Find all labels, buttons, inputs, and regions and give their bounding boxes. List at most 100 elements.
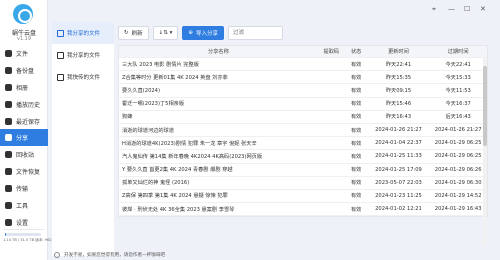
header-code[interactable]: 提取码 xyxy=(318,48,345,55)
storage-text: 1.14 TB / 31.5 TB 版本: 962.63.00 xyxy=(3,238,64,242)
table-row[interactable]: Y 要久久直 首更2集 4K 2024 青春剧 爆剧 穿越 有效 2024-01-2… xyxy=(119,164,487,177)
import-icon: ⊕ xyxy=(188,30,193,36)
sidebar-item-label: 文件 xyxy=(16,50,29,58)
share-type-quick[interactable]: 我快传的文件 xyxy=(52,66,114,88)
sidebar-item-label: 设置 xyxy=(16,219,29,227)
share-name-cell: 三大队 2023 电影 剧情片 完整版 xyxy=(122,61,199,68)
share-name-cell: Z高保 第四季 第1集 4K 2024 悬疑 惊悚 犯罪 xyxy=(122,193,228,200)
app-logo-icon xyxy=(13,4,33,24)
settings-icon xyxy=(5,218,12,226)
share-status-cell: 有效 xyxy=(350,114,362,121)
share-name-cell: 汽人鬼仙传 第14集 新年春晚 4K2024 4K高码(2023)网页版 xyxy=(122,153,263,160)
table-row[interactable]: 霍迁一哪(2023)丁5相亲版 有效 昨天15:46 今天16:37 xyxy=(119,98,487,111)
table-row[interactable]: 狗蜂 有效 昨天16:43 后天16:43 xyxy=(119,111,487,124)
share-status-cell: 有效 xyxy=(350,153,362,160)
sort-button[interactable]: ↓⇅ ▾ xyxy=(152,26,179,40)
share-status-cell: 有效 xyxy=(350,87,362,94)
share-status-cell: 有效 xyxy=(350,193,362,200)
folder-icon xyxy=(57,29,64,37)
share-type-label: 我快传的文件 xyxy=(67,75,101,81)
table-row[interactable]: 消逝的球道河边的球道 有效 2024-01-26 21:27 2024-01-26 2… xyxy=(119,124,487,138)
share-expire-cell: 今天16:37 xyxy=(445,101,471,108)
share-time-cell: 昨天09:15 xyxy=(385,87,412,94)
share-expire-cell: 今天22:41 xyxy=(445,61,471,68)
sidebar-item-album[interactable]: 相册 xyxy=(0,79,48,96)
toolbar: ↻ 刷新 ↓⇅ ▾ ⊕ 导入分享 xyxy=(118,26,283,40)
share-time-cell: 昨天15:46 xyxy=(385,101,412,108)
share-expire-cell: 2024-01-26 21:27 xyxy=(434,127,482,134)
share-expire-cell: 2024-01-29 06:25 xyxy=(434,153,482,160)
table-body: 三大队 2023 电影 剧情片 完整版 有效 昨天22:41 今天22:41 Z合集等时… xyxy=(119,58,487,217)
file-icon xyxy=(5,49,12,57)
share-time-cell: 2024-01-25 17:09 xyxy=(375,166,422,173)
header-expire[interactable]: 过期时间 xyxy=(429,48,487,55)
header-name[interactable]: 分享名称 xyxy=(119,48,318,55)
share-status-cell: 有效 xyxy=(350,206,362,213)
minimize-icon[interactable]: — xyxy=(448,5,455,13)
share-expire-cell: 2024-01-29 06:26 xyxy=(434,166,482,173)
table-row[interactable]: H消逝的球道4K(2023)剧情 犯罪 朱一龙 章宇 倪妮 张天辛 有效 2024-… xyxy=(119,137,487,151)
table-row[interactable]: 要久久直(2024) 有效 昨天09:15 今天11:53 xyxy=(119,84,487,98)
transfer-icon xyxy=(5,185,12,193)
recent-icon xyxy=(5,117,12,125)
sidebar-item-share[interactable]: 分享 xyxy=(0,129,48,147)
sidebar-item-recent[interactable]: 最近保存 xyxy=(0,113,48,130)
share-expire-cell: 2024-01-29 16:43 xyxy=(434,206,482,213)
share-time-cell: 昨天15:35 xyxy=(385,74,412,81)
share-name-cell: 霍迁一哪(2023)丁5相亲版 xyxy=(122,101,185,108)
filter-input[interactable] xyxy=(227,26,283,40)
refresh-button[interactable]: ↻ 刷新 xyxy=(118,26,149,40)
header-status[interactable]: 状态 xyxy=(345,48,368,55)
table-row[interactable]: 三大队 2023 电影 剧情片 完整版 有效 昨天22:41 今天22:41 xyxy=(119,58,487,72)
table-row[interactable]: 孤单又灿烂的神 鬼怪 (2016) 有效 2023-05-07 22:03 2024-… xyxy=(119,177,487,190)
table-row[interactable]: 汽人鬼仙传 第14集 新年春晚 4K2024 4K高码(2023)网页版 有效 20… xyxy=(119,150,487,164)
share-type-label: 我分享的文件 xyxy=(67,31,101,37)
share-status-cell: 有效 xyxy=(350,167,362,174)
trash-icon xyxy=(5,151,12,159)
pin-icon[interactable]: ⌖ xyxy=(432,5,436,14)
share-time-cell: 2024-01-02 12:21 xyxy=(375,206,422,213)
status-bar: 开发不易，如果您觉得有用，请您作者一杯咖啡吧 xyxy=(52,250,500,260)
sidebar-item-transfer[interactable]: 传输 xyxy=(0,180,48,197)
sidebar-item-files[interactable]: 文件 xyxy=(0,45,48,62)
import-share-button[interactable]: ⊕ 导入分享 xyxy=(182,26,224,40)
sidebar-item-label: 播放历史 xyxy=(16,101,41,109)
share-name-cell: 彼岸 · 刑侦无处 4K 36全集 2023 悬案剧 李雪琴 xyxy=(122,206,235,213)
table-row[interactable]: Z高保 第四季 第1集 4K 2024 悬疑 惊悚 犯罪 有效 2024-01-23… xyxy=(119,190,487,204)
table-scrollbar[interactable] xyxy=(483,58,487,245)
sidebar-item-label: 文件恢复 xyxy=(16,169,41,177)
share-time-cell: 2024-01-23 11:25 xyxy=(375,192,422,199)
header-time[interactable]: 更新时间 xyxy=(368,48,430,55)
table-row[interactable]: 彼岸 · 刑侦无处 4K 36全集 2023 悬案剧 李雪琴 有效 2024-01-… xyxy=(119,203,487,217)
scrollbar-thumb[interactable] xyxy=(483,66,487,146)
history-icon xyxy=(5,100,12,108)
restore-icon xyxy=(5,168,12,176)
sidebar-item-history[interactable]: 播放历史 xyxy=(0,96,48,113)
share-type-panel: 我分享的文件 我分享的文件 我快传的文件 xyxy=(52,22,114,256)
share-type-label: 我分享的文件 xyxy=(67,53,101,59)
divider xyxy=(4,229,44,230)
close-icon[interactable]: ✕ xyxy=(480,5,486,13)
table-row[interactable]: Z合集等时分 更新01集 4K 2024 英盘 刘亦菲 有效 昨天15:35 今天15… xyxy=(119,71,487,85)
share-status-cell: 有效 xyxy=(350,74,362,81)
status-text: 开发不易，如果您觉得有用，请您作者一杯咖啡吧 xyxy=(64,253,166,258)
share-status-cell: 有效 xyxy=(350,180,362,187)
share-type-shared[interactable]: 我分享的文件 xyxy=(52,44,114,66)
share-status-cell: 有效 xyxy=(350,140,362,147)
sort-label: ↓⇅ ▾ xyxy=(158,30,173,36)
table-header: 分享名称 提取码 状态 更新时间 过期时间 xyxy=(119,46,487,58)
maximize-icon[interactable]: ☐ xyxy=(464,5,470,13)
sidebar-item-label: 工具 xyxy=(16,202,29,210)
sidebar-item-trash[interactable]: 回收站 xyxy=(0,146,48,163)
share-table: 分享名称 提取码 状态 更新时间 过期时间 三大队 2023 电影 剧情片 完整… xyxy=(118,45,488,218)
share-name-cell: 消逝的球道河边的球道 xyxy=(122,127,174,134)
share-expire-cell: 后天16:43 xyxy=(445,114,471,121)
storage-progress-fill xyxy=(5,233,7,236)
sidebar-item-backup[interactable]: 备份盘 xyxy=(0,62,48,79)
share-type-my-shares[interactable]: 我分享的文件 xyxy=(52,22,114,44)
sidebar-item-tools[interactable]: 工具 xyxy=(0,197,48,214)
sidebar-item-restore[interactable]: 文件恢复 xyxy=(0,163,48,180)
share-name-cell: Y 要久久直 首更2集 4K 2024 青春剧 爆剧 穿越 xyxy=(122,167,233,174)
album-icon xyxy=(5,83,12,91)
tools-icon xyxy=(5,201,12,209)
